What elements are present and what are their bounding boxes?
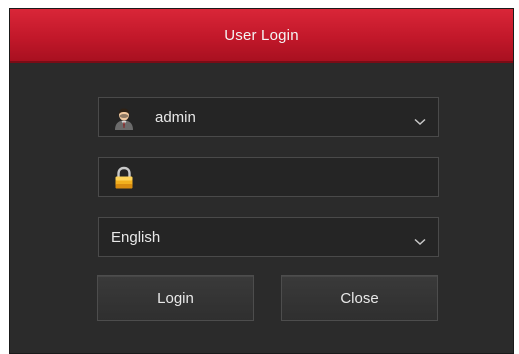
username-value: admin bbox=[155, 108, 196, 126]
user-avatar-icon bbox=[112, 106, 136, 130]
language-select[interactable]: English bbox=[98, 217, 439, 257]
padlock-icon bbox=[112, 166, 136, 190]
password-input[interactable] bbox=[149, 162, 433, 194]
chevron-down-icon bbox=[414, 113, 426, 126]
login-dialog: User Login admin English Login Close bbox=[9, 8, 514, 354]
language-value: English bbox=[111, 228, 161, 246]
dialog-title: User Login bbox=[224, 26, 299, 44]
chevron-down-icon bbox=[414, 233, 426, 246]
close-button[interactable]: Close bbox=[281, 275, 438, 321]
dialog-titlebar: User Login bbox=[10, 9, 513, 63]
password-field[interactable] bbox=[98, 157, 439, 197]
username-select[interactable]: admin bbox=[98, 97, 439, 137]
login-button[interactable]: Login bbox=[97, 275, 254, 321]
